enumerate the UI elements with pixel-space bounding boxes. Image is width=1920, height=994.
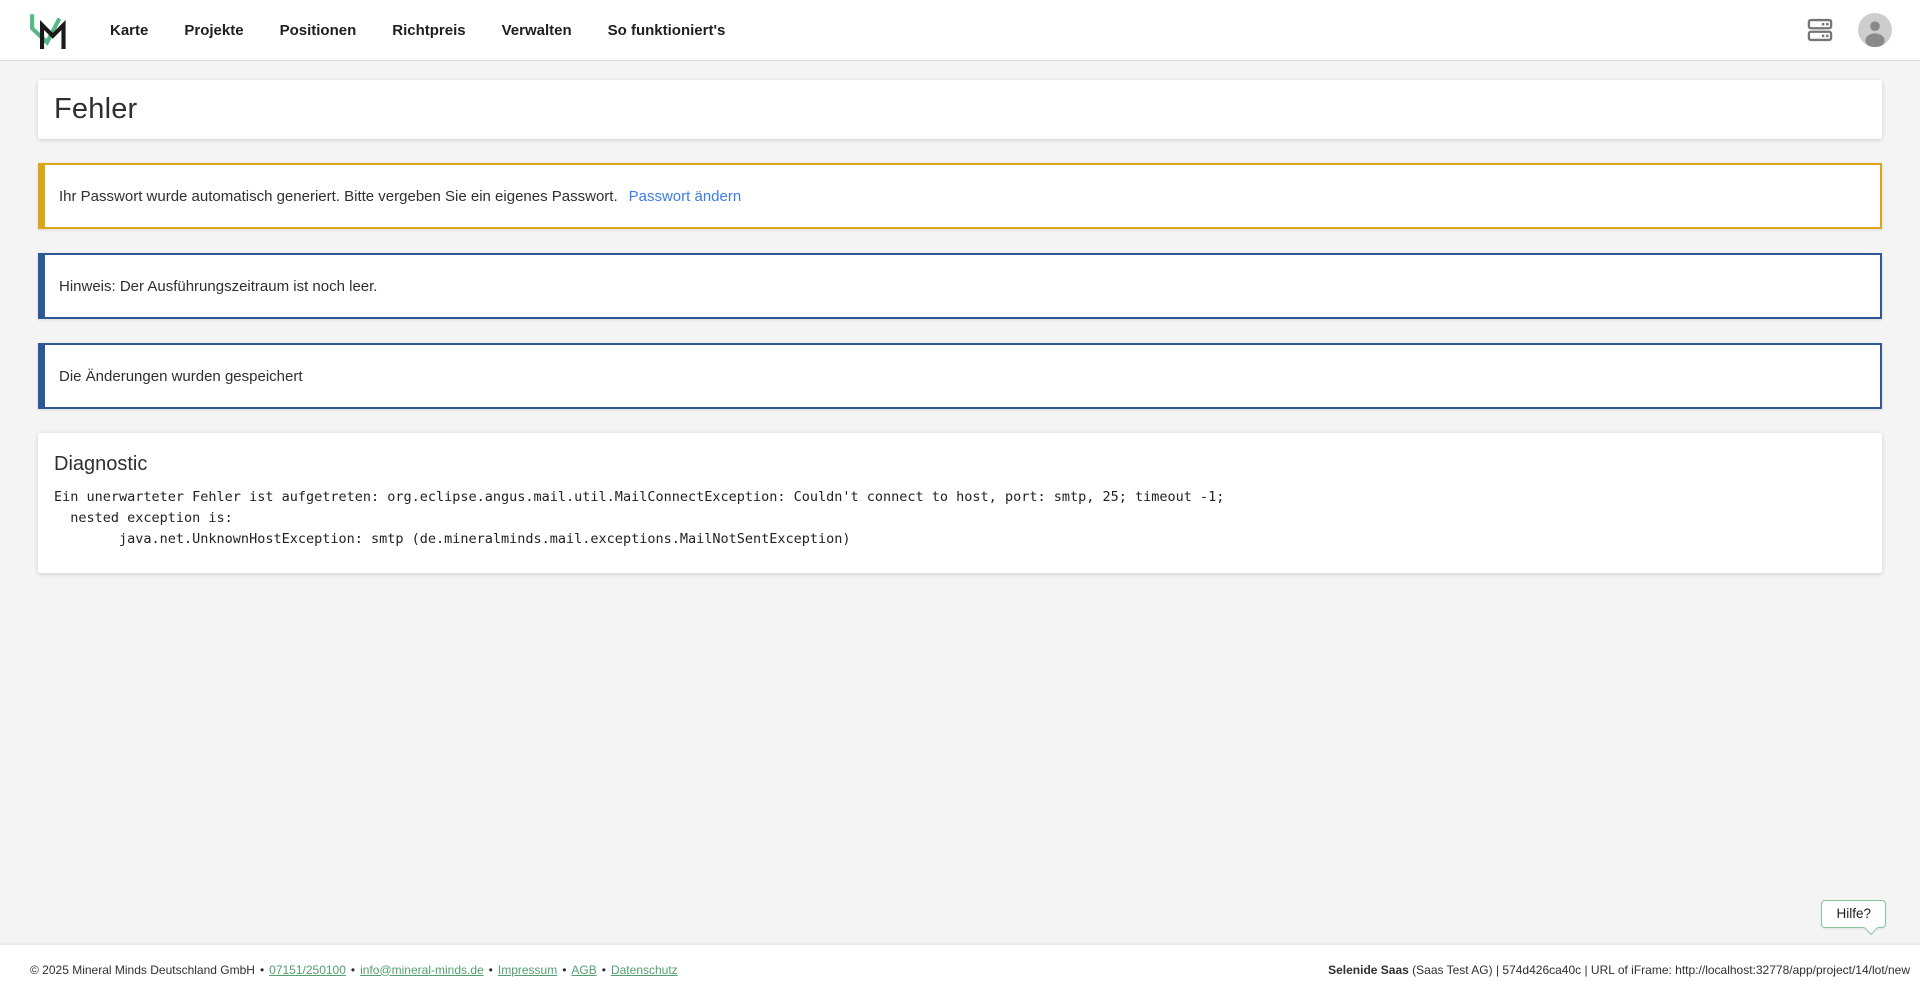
footer-separator: •: [562, 963, 566, 977]
alert-execution-period-empty: Hinweis: Der Ausführungszeitraum ist noc…: [38, 253, 1882, 319]
alert-changes-saved: Die Änderungen wurden gespeichert: [38, 343, 1882, 409]
nav-item-so-funktionierts[interactable]: So funktioniert's: [608, 22, 726, 39]
footer-separator: •: [602, 963, 606, 977]
nav-item-karte[interactable]: Karte: [110, 22, 148, 39]
impressum-link[interactable]: Impressum: [498, 963, 557, 977]
change-password-link[interactable]: Passwort ändern: [629, 188, 742, 205]
nav-item-verwalten[interactable]: Verwalten: [502, 22, 572, 39]
alert-text: Ihr Passwort wurde automatisch generiert…: [59, 188, 618, 205]
diagnostic-title: Diagnostic: [54, 453, 1866, 476]
nav-item-richtpreis[interactable]: Richtpreis: [392, 22, 465, 39]
alert-password-generated: Ihr Passwort wurde automatisch generiert…: [38, 163, 1882, 229]
footer-left: © 2025 Mineral Minds Deutschland GmbH • …: [30, 963, 678, 977]
alert-text: Hinweis: Der Ausführungszeitraum ist noc…: [59, 278, 377, 295]
phone-link[interactable]: 07151/250100: [269, 963, 346, 977]
main-content: Fehler Ihr Passwort wurde automatisch ge…: [0, 62, 1920, 945]
session-details: (Saas Test AG) | 574d426ca40c | URL of i…: [1409, 963, 1910, 977]
page-title-card: Fehler: [38, 80, 1882, 139]
nav-item-positionen[interactable]: Positionen: [280, 22, 357, 39]
datenschutz-link[interactable]: Datenschutz: [611, 963, 678, 977]
copyright-text: © 2025 Mineral Minds Deutschland GmbH: [30, 963, 255, 977]
footer-separator: •: [489, 963, 493, 977]
main-menu: Karte Projekte Positionen Richtpreis Ver…: [110, 22, 725, 39]
top-navigation: Karte Projekte Positionen Richtpreis Ver…: [0, 0, 1920, 61]
account-avatar-icon[interactable]: [1858, 13, 1892, 47]
logo-icon: [28, 10, 66, 50]
topnav-right-actions: [1806, 13, 1892, 47]
tenant-name: Selenide Saas: [1328, 963, 1409, 977]
nav-item-projekte[interactable]: Projekte: [184, 22, 243, 39]
page-title: Fehler: [54, 93, 1866, 126]
footer: © 2025 Mineral Minds Deutschland GmbH • …: [0, 945, 1920, 994]
diagnostic-card: Diagnostic Ein unerwarteter Fehler ist a…: [38, 433, 1882, 573]
help-label: Hilfe?: [1836, 906, 1871, 921]
app-root: Karte Projekte Positionen Richtpreis Ver…: [0, 0, 1920, 994]
server-icon[interactable]: [1806, 16, 1834, 44]
footer-separator: •: [351, 963, 355, 977]
alert-text: Die Änderungen wurden gespeichert: [59, 368, 303, 385]
agb-link[interactable]: AGB: [571, 963, 596, 977]
footer-session-info: Selenide Saas (Saas Test AG) | 574d426ca…: [1328, 963, 1910, 977]
help-button[interactable]: Hilfe?: [1821, 900, 1886, 928]
email-link[interactable]: info@mineral-minds.de: [360, 963, 484, 977]
footer-separator: •: [260, 963, 264, 977]
diagnostic-stacktrace: Ein unerwarteter Fehler ist aufgetreten:…: [54, 487, 1866, 551]
mineral-minds-logo[interactable]: [28, 10, 66, 50]
